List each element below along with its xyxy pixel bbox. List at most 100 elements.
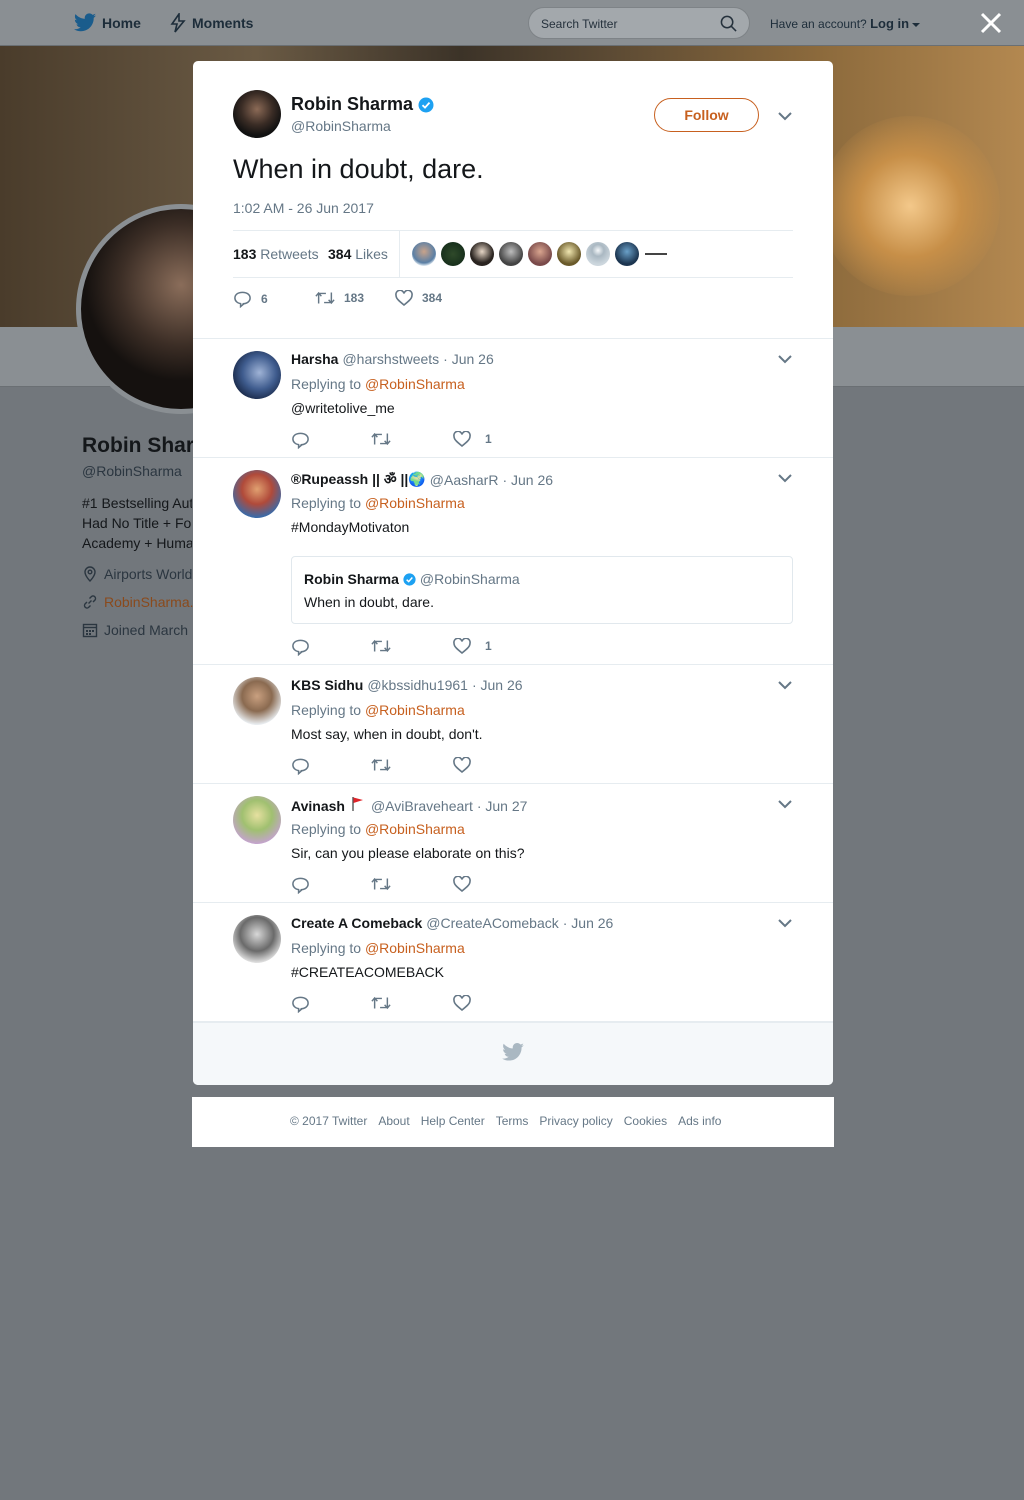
reply-tweet[interactable]: Harsha @harshstweets · Jun 26 Replying t… (193, 339, 833, 458)
tweet-author-name[interactable]: Robin Sharma (291, 94, 413, 115)
like-action[interactable]: 1 (453, 431, 492, 447)
replying-to-link[interactable]: @RobinSharma (365, 376, 465, 392)
twitter-bird-icon (502, 1043, 524, 1061)
retweet-action[interactable] (371, 995, 391, 1011)
chevron-down-icon[interactable] (778, 918, 792, 928)
reply-text[interactable]: @writetolive_me (291, 400, 395, 416)
tweet-author-handle[interactable]: @RobinSharma (291, 118, 391, 134)
liker-avatar[interactable] (557, 242, 581, 266)
reply-author-handle[interactable]: @harshstweets (342, 351, 439, 367)
chevron-down-icon[interactable] (778, 680, 792, 690)
retweet-action[interactable] (371, 638, 391, 654)
reply-action[interactable] (291, 876, 310, 894)
reply-icon (292, 758, 309, 775)
chevron-down-icon[interactable] (778, 111, 792, 121)
like-action[interactable] (453, 757, 471, 773)
tweet-timestamp[interactable]: 1:02 AM - 26 Jun 2017 (233, 200, 374, 216)
replying-to-link[interactable]: @RobinSharma (365, 821, 465, 837)
retweets-stat[interactable]: 183 Retweets (233, 246, 319, 262)
reply-author-name[interactable]: Harsha (291, 351, 338, 367)
avatar[interactable] (233, 90, 281, 138)
likes-stat[interactable]: 384 Likes (328, 246, 388, 262)
avatar[interactable] (233, 915, 281, 963)
replying-to-link[interactable]: @RobinSharma (365, 495, 465, 511)
reply-text[interactable]: #CREATEACOMEBACK (291, 964, 444, 980)
reply-action[interactable] (291, 638, 310, 656)
tweet-author[interactable]: Robin Sharma (291, 94, 434, 115)
nav-home[interactable]: Home (74, 13, 141, 32)
reply-tweet[interactable]: KBS Sidhu @kbssidhu1961 · Jun 26 Replyin… (193, 665, 833, 784)
reply-date[interactable]: · Jun 26 (443, 351, 494, 367)
liker-avatar[interactable] (470, 242, 494, 266)
reply-date[interactable]: · Jun 26 (563, 915, 614, 931)
nav-moments[interactable]: Moments (170, 13, 253, 33)
reply-date[interactable]: · Jun 27 (477, 798, 528, 814)
footer-link-help-center[interactable]: Help Center (421, 1114, 485, 1128)
reply-text[interactable]: #MondayMotivaton (291, 519, 409, 535)
liker-avatar[interactable] (586, 242, 610, 266)
chevron-down-icon[interactable] (778, 473, 792, 483)
footer-link-ads-info[interactable]: Ads info (678, 1114, 721, 1128)
footer-link-about[interactable]: About (378, 1114, 409, 1128)
liker-avatar[interactable] (412, 242, 436, 266)
reply-author-name[interactable]: ®Rupeassh || ॐ ||🌍 (291, 470, 426, 489)
reply-tweet[interactable]: Avinash @AviBraveheart · Jun 27 Replying… (193, 784, 833, 903)
reply-action[interactable] (291, 757, 310, 775)
chevron-down-icon[interactable] (778, 799, 792, 809)
retweet-action[interactable]: 183 (315, 290, 364, 306)
retweet-action[interactable] (371, 431, 391, 447)
heart-icon (453, 876, 471, 892)
reply-author-handle[interactable]: @AasharR (430, 472, 499, 488)
like-action[interactable] (453, 995, 471, 1011)
liker-avatar[interactable] (615, 242, 639, 266)
avatar[interactable] (233, 796, 281, 844)
liker-avatar[interactable] (528, 242, 552, 266)
reply-author-name[interactable]: Avinash (291, 798, 345, 814)
avatar[interactable] (233, 677, 281, 725)
like-action[interactable]: 384 (395, 290, 442, 306)
login-link[interactable]: Log in (870, 16, 909, 31)
chevron-down-icon[interactable] (778, 354, 792, 364)
footer-copyright: © 2017 Twitter (290, 1114, 368, 1128)
footer-link-privacy[interactable]: Privacy policy (539, 1114, 612, 1128)
verified-badge-icon (403, 572, 416, 586)
quoted-tweet[interactable]: Robin Sharma @RobinSharma When in doubt,… (291, 556, 793, 624)
retweet-action[interactable] (371, 876, 391, 892)
like-action[interactable] (453, 876, 471, 892)
reply-date[interactable]: · Jun 26 (472, 677, 523, 693)
retweet-icon (371, 758, 391, 772)
replying-to-link[interactable]: @RobinSharma (365, 702, 465, 718)
replying-to-link[interactable]: @RobinSharma (365, 940, 465, 956)
reply-tweet[interactable]: Create A Comeback @CreateAComeback · Jun… (193, 903, 833, 1022)
liker-avatar[interactable] (441, 242, 465, 266)
reply-action[interactable] (291, 995, 310, 1013)
reply-tweet[interactable]: ®Rupeassh || ॐ ||🌍 @AasharR · Jun 26 Rep… (193, 458, 833, 665)
profile-website-text[interactable]: RobinSharma. (104, 594, 194, 610)
search-icon[interactable] (720, 15, 737, 32)
retweets-label: Retweets (260, 246, 319, 262)
reply-action[interactable]: 6 (233, 290, 268, 308)
close-icon[interactable] (978, 10, 1004, 36)
footer-link-cookies[interactable]: Cookies (624, 1114, 667, 1128)
more-likers-indicator[interactable] (645, 253, 667, 255)
follow-button[interactable]: Follow (654, 98, 759, 132)
quoted-tweet-text: When in doubt, dare. (304, 594, 434, 610)
reply-author-handle[interactable]: @CreateAComeback (426, 915, 559, 931)
reply-date[interactable]: · Jun 26 (502, 472, 553, 488)
profile-website[interactable]: RobinSharma. (82, 594, 194, 610)
reply-author-handle[interactable]: @AviBraveheart (371, 798, 473, 814)
avatar[interactable] (233, 351, 281, 399)
reply-author-name[interactable]: Create A Comeback (291, 915, 422, 931)
footer-link-terms[interactable]: Terms (496, 1114, 529, 1128)
reply-action[interactable] (291, 431, 310, 449)
liker-avatar[interactable] (499, 242, 523, 266)
retweet-action[interactable] (371, 757, 391, 773)
reply-author-handle[interactable]: @kbssidhu1961 (367, 677, 468, 693)
reply-author-name[interactable]: KBS Sidhu (291, 677, 363, 693)
search-input[interactable] (541, 15, 711, 33)
like-count: 384 (422, 291, 443, 305)
avatar[interactable] (233, 470, 281, 518)
like-action[interactable]: 1 (453, 638, 492, 654)
nav-home-label: Home (102, 14, 141, 31)
reply-header: Avinash @AviBraveheart · Jun 27 (291, 796, 527, 816)
